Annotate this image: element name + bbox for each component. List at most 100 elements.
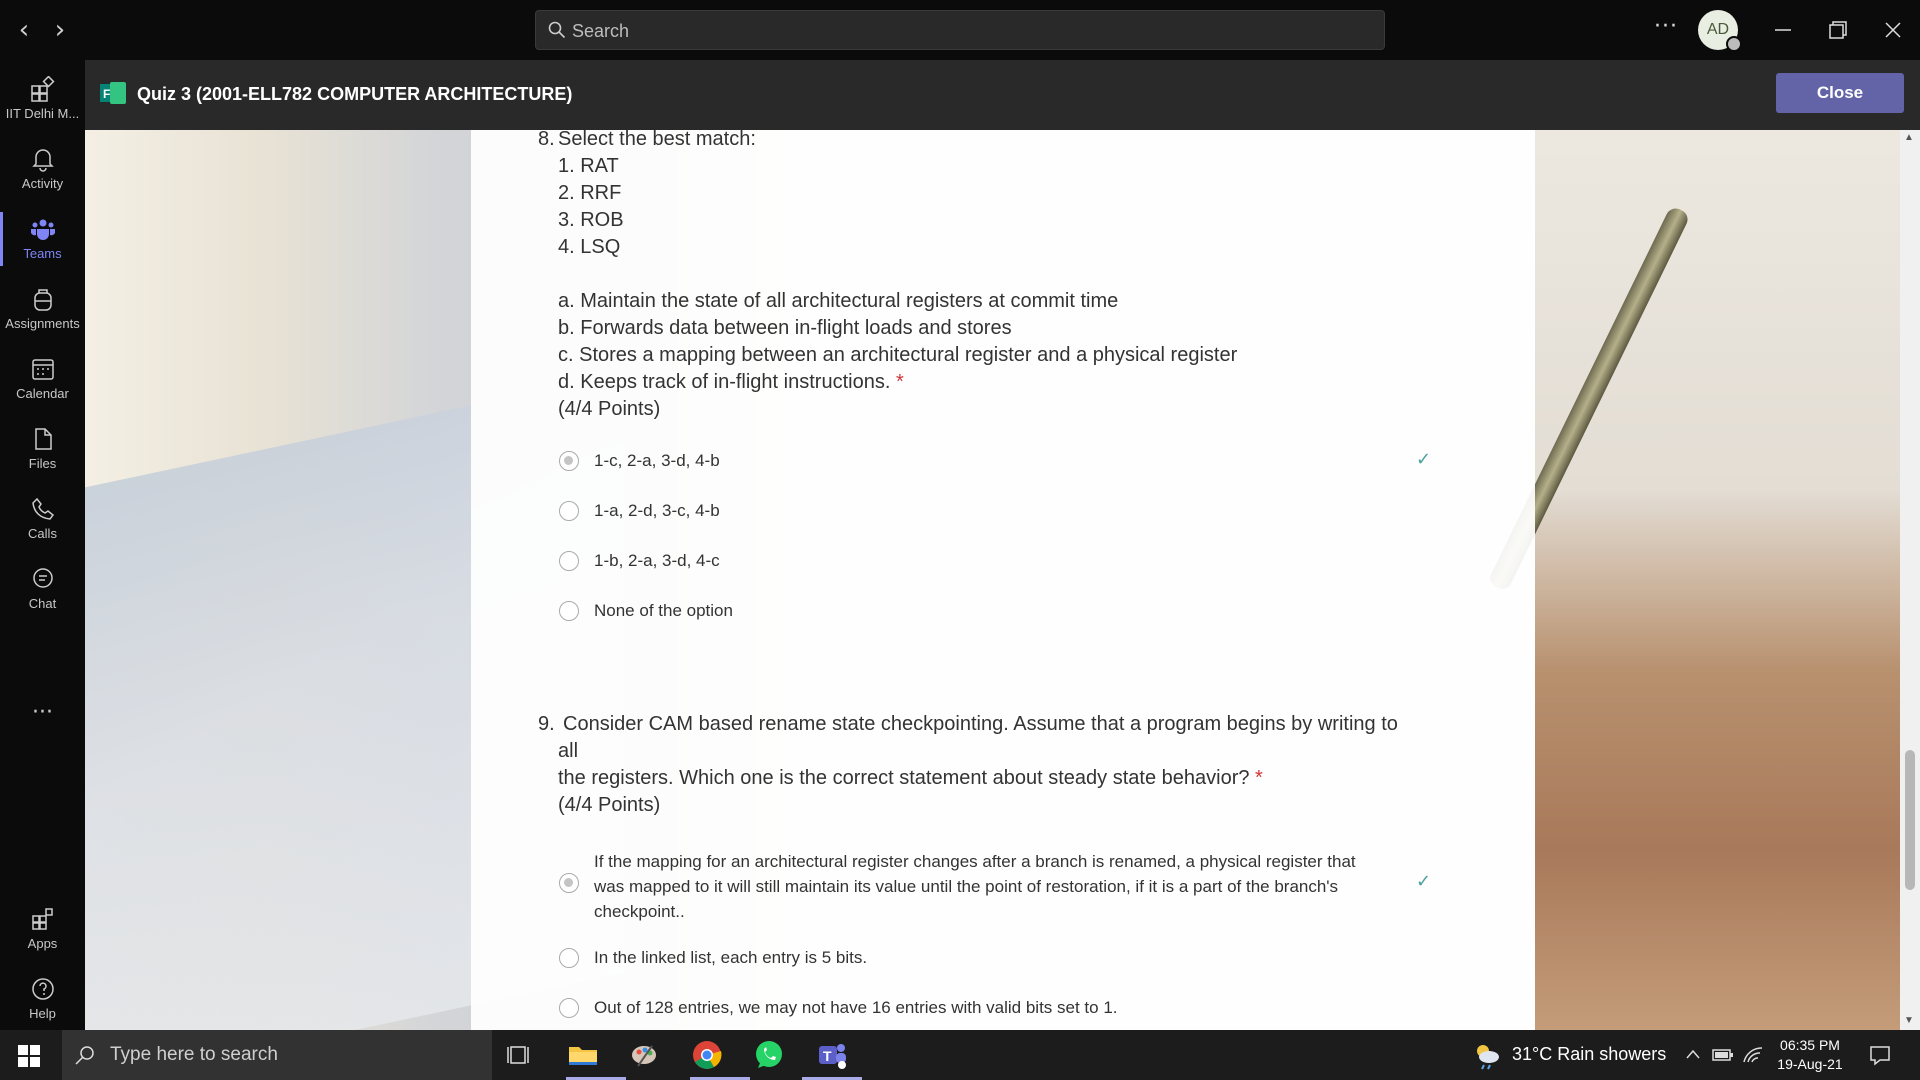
more-apps-icon[interactable]: ··· — [0, 700, 85, 725]
file-icon — [34, 428, 52, 450]
forms-logo-icon: F — [100, 82, 126, 104]
apps-icon — [31, 908, 53, 930]
rail-item-help[interactable]: Help — [0, 968, 85, 1030]
wifi-icon[interactable] — [1742, 1044, 1764, 1066]
rail-item-apps[interactable]: Apps — [0, 898, 85, 960]
chevron-up-icon[interactable] — [1684, 1046, 1702, 1064]
match-definition: c. Stores a mapping between an architect… — [558, 344, 1238, 366]
close-window-icon[interactable] — [1877, 14, 1909, 46]
option-line: was mapped to it will still maintain its… — [594, 877, 1339, 896]
rail-label: Chat — [28, 596, 57, 611]
taskbar-search-placeholder: Type here to search — [110, 1044, 278, 1065]
option-label: 1-b, 2-a, 3-d, 4-c — [594, 551, 720, 570]
chrome-icon[interactable] — [690, 1038, 724, 1072]
whatsapp-icon[interactable] — [752, 1038, 786, 1072]
weather-text[interactable]: 31°C Rain showers — [1512, 1044, 1666, 1065]
title-bar: ‹ › Search ··· AD — [0, 0, 1920, 60]
presence-status-icon — [1726, 36, 1742, 52]
match-item: 3. ROB — [558, 209, 624, 231]
more-options-icon[interactable]: ··· — [1654, 14, 1678, 39]
rail-label: Files — [28, 456, 57, 471]
scroll-down-icon[interactable]: ▼ — [1904, 1015, 1914, 1026]
rail-label: Help — [29, 1006, 56, 1021]
radio-button[interactable] — [559, 948, 579, 968]
battery-icon[interactable] — [1712, 1045, 1734, 1065]
phone-icon — [31, 497, 54, 520]
file-explorer-icon[interactable] — [566, 1038, 600, 1072]
taskbar-clock[interactable]: 06:35 PM 19-Aug-21 — [1764, 1036, 1856, 1074]
rail-item-activity[interactable]: Activity — [0, 138, 85, 200]
search-placeholder: Search — [572, 21, 630, 41]
clock-date: 19-Aug-21 — [1777, 1056, 1843, 1072]
question-title: Consider CAM based rename state checkpoi… — [563, 713, 1398, 735]
match-item: 1. RAT — [558, 155, 619, 177]
rail-label: IIT Delhi M... — [5, 106, 80, 121]
rail-label: Calls — [28, 526, 57, 541]
question-number: 9. — [538, 713, 555, 735]
search-icon — [548, 21, 566, 39]
close-button[interactable]: Close — [1776, 73, 1904, 113]
definition-text: d. Keeps track of in-flight instructions… — [558, 371, 891, 393]
rail-label: Activity — [21, 176, 64, 191]
question-title: Select the best match: — [558, 128, 756, 150]
task-view-icon[interactable] — [503, 1038, 537, 1072]
correct-check-icon: ✓ — [1416, 871, 1432, 892]
radio-button[interactable] — [559, 601, 579, 621]
rail-item-calendar[interactable]: Calendar — [0, 348, 85, 410]
apps-grid-icon — [30, 76, 55, 102]
rail-label: Calendar — [16, 386, 69, 401]
rail-label: Apps — [27, 936, 58, 951]
question-points: (4/4 Points) — [558, 794, 661, 816]
radio-button[interactable] — [559, 998, 579, 1018]
match-definition: d. Keeps track of in-flight instructions… — [558, 371, 904, 394]
help-icon — [31, 978, 54, 1000]
match-item: 2. RRF — [558, 182, 622, 204]
scroll-thumb[interactable] — [1905, 750, 1915, 890]
rail-item-org[interactable]: IIT Delhi M... — [0, 68, 85, 130]
rail-item-assignments[interactable]: Assignments — [0, 278, 85, 340]
correct-check-icon: ✓ — [1416, 449, 1432, 470]
option-line: checkpoint.. — [594, 902, 685, 921]
rail-item-chat[interactable]: Chat — [0, 558, 85, 620]
title-text: the registers. Which one is the correct … — [558, 767, 1250, 789]
option-label: None of the option — [594, 601, 733, 620]
option-label: Out of 128 entries, we may not have 16 e… — [594, 998, 1118, 1017]
backpack-icon — [33, 289, 52, 311]
question-number: 8. — [538, 128, 555, 150]
scrollbar[interactable]: ▲ ▼ — [1900, 130, 1920, 1030]
rail-item-teams[interactable]: Teams — [0, 208, 85, 270]
rail-item-files[interactable]: Files — [0, 418, 85, 480]
back-arrow-icon[interactable]: ‹ — [10, 16, 38, 44]
radio-button[interactable] — [559, 873, 579, 893]
scroll-up-icon[interactable]: ▲ — [1904, 132, 1914, 143]
teams-app-icon[interactable]: T — [815, 1038, 849, 1072]
app-title: Quiz 3 (2001-ELL782 COMPUTER ARCHITECTUR… — [137, 84, 573, 104]
forward-arrow-icon[interactable]: › — [46, 16, 74, 44]
minimize-icon[interactable] — [1767, 14, 1799, 46]
paint-icon[interactable] — [628, 1038, 662, 1072]
rail-item-calls[interactable]: Calls — [0, 488, 85, 550]
app-rail: IIT Delhi M... Activity Teams Assignment… — [0, 60, 85, 1030]
background-hand — [1535, 130, 1900, 1030]
active-indicator — [0, 212, 3, 266]
radio-button[interactable] — [559, 551, 579, 571]
weather-icon[interactable] — [1472, 1040, 1502, 1070]
radio-button[interactable] — [559, 501, 579, 521]
chat-icon — [32, 568, 53, 588]
match-definition: b. Forwards data between in-flight loads… — [558, 317, 1012, 339]
clock-time: 06:35 PM — [1780, 1037, 1840, 1053]
windows-start-icon[interactable] — [18, 1045, 40, 1067]
app-header: F Quiz 3 (2001-ELL782 COMPUTER ARCHITECT… — [85, 60, 1920, 130]
rail-label: Teams — [23, 246, 62, 261]
option-label: In the linked list, each entry is 5 bits… — [594, 948, 868, 967]
notification-center-icon[interactable] — [1868, 1043, 1892, 1067]
search-icon — [75, 1046, 94, 1065]
radio-button[interactable] — [559, 451, 579, 471]
option-label: 1-c, 2-a, 3-d, 4-b — [594, 451, 720, 470]
option-label: 1-a, 2-d, 3-c, 4-b — [594, 501, 720, 520]
svg-text:T: T — [823, 1048, 832, 1064]
taskbar-search-input[interactable]: Type here to search — [62, 1030, 492, 1080]
restore-icon[interactable] — [1822, 14, 1854, 46]
svg-text:F: F — [103, 87, 110, 101]
search-input[interactable]: Search — [535, 10, 1385, 50]
